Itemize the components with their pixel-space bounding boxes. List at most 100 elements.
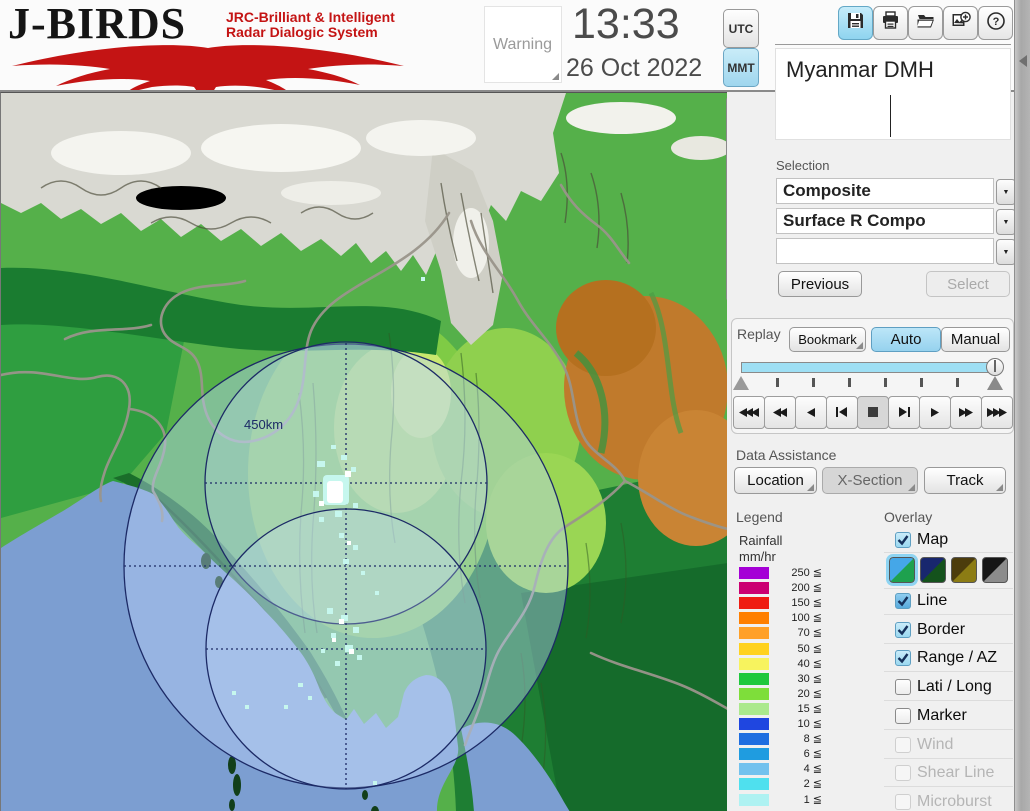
slider-end-marker[interactable] (987, 376, 1003, 390)
radar-map[interactable]: 450km (0, 92, 754, 811)
warning-button[interactable]: Warning (484, 6, 562, 83)
app-title: J-BIRDS (8, 0, 187, 48)
fast-rewind-button[interactable] (764, 396, 796, 429)
checkbox-line[interactable] (895, 593, 911, 609)
bookmark-button[interactable]: Bookmark (789, 327, 866, 352)
checkbox-marker[interactable] (895, 707, 911, 724)
checkbox-range-az[interactable] (895, 650, 911, 667)
collapse-arrow-icon (1019, 55, 1027, 67)
separator (884, 614, 1013, 615)
stop-icon (868, 404, 878, 422)
step-forward-icon (898, 404, 910, 422)
legend-value: 4 ≦ (803, 763, 822, 776)
fast-forward-button[interactable] (950, 396, 982, 429)
checkbox-map[interactable] (895, 532, 911, 548)
fastest-forward-icon (986, 404, 1008, 422)
legend-value: 8 ≦ (803, 733, 822, 746)
legend-value: 30 ≦ (797, 672, 822, 685)
x-section-button[interactable]: X-Section (822, 467, 918, 494)
legend-value: 70 ≦ (797, 627, 822, 640)
dropdown-category[interactable]: Composite (776, 178, 994, 204)
legend-value: 20 ≦ (797, 687, 822, 700)
replay-slider-track[interactable] (741, 362, 999, 373)
chevron-down-icon: ▼ (1002, 218, 1010, 226)
open-button[interactable] (908, 6, 943, 40)
overlay-label: Overlay (884, 509, 933, 525)
image-plus-icon (951, 11, 971, 35)
legend-title: Rainfall (739, 533, 783, 548)
overlay-item-label: Line (917, 592, 948, 609)
map-style-black-gray[interactable] (982, 557, 1008, 583)
checkbox-shear-line (895, 765, 911, 782)
legend-value: 150 ≦ (791, 597, 822, 610)
print-button[interactable] (873, 6, 908, 40)
timezone-mmt-button[interactable]: MMT (723, 48, 759, 87)
replay-auto-button[interactable]: Auto (871, 327, 941, 352)
separator (884, 700, 1013, 702)
dropdown-product[interactable]: Surface R Compo (776, 208, 994, 234)
overlay-row-map: Map (884, 531, 1014, 553)
overlay-item-label: Map (917, 531, 949, 548)
legend-value: 15 ≦ (797, 702, 822, 715)
location-button[interactable]: Location (734, 467, 817, 494)
map-style-brown-olive[interactable] (951, 557, 977, 583)
overlay-row-range-az: Range / AZ (884, 649, 1014, 671)
overlay-item-label: Lati / Long (917, 678, 992, 696)
reverse-play-icon (806, 404, 816, 422)
folder-icon (916, 11, 936, 35)
legend-value: 200 ≦ (791, 582, 822, 595)
separator (884, 671, 1013, 673)
app-subtitle: JRC-Brilliant & Intelligent Radar Dialog… (226, 9, 395, 40)
chevron-down-icon: ▼ (1002, 188, 1010, 196)
legend-label: Legend (736, 509, 783, 525)
play-button[interactable] (919, 396, 951, 429)
slider-tick (848, 378, 851, 387)
track-button[interactable]: Track (924, 467, 1006, 494)
previous-button[interactable]: Previous (778, 271, 862, 297)
display-cursor (890, 95, 891, 137)
range-ring-label: 450km (244, 417, 283, 432)
timezone-utc-button[interactable]: UTC (723, 9, 759, 48)
save-button[interactable] (838, 6, 873, 40)
separator (884, 588, 1013, 589)
overlay-item-label: Range / AZ (917, 649, 998, 667)
slider-tick (956, 378, 959, 387)
select-button[interactable]: Select (926, 271, 1010, 297)
slider-start-marker[interactable] (733, 376, 749, 390)
separator (884, 786, 1013, 788)
map-style-navy-green[interactable] (920, 557, 946, 583)
fastest-rewind-button[interactable] (733, 396, 765, 429)
jbirds-app: J-BIRDS JRC-Brilliant & Intelligent Rada… (0, 0, 1030, 811)
help-button[interactable]: ? (978, 6, 1013, 40)
slider-tick (776, 378, 779, 387)
replay-manual-button[interactable]: Manual (941, 327, 1010, 352)
separator (884, 757, 1013, 759)
dropdown-option[interactable] (776, 238, 994, 264)
checkbox-lati-long[interactable] (895, 679, 911, 696)
clock-date: 26 Oct 2022 (566, 54, 703, 82)
site-display-box: Myanmar DMH (775, 48, 1011, 140)
step-back-button[interactable] (826, 396, 858, 429)
replay-slider-handle[interactable] (986, 358, 1004, 376)
dropdown-product-arrow-button[interactable]: ▼ (996, 209, 1016, 235)
selection-label: Selection (776, 158, 830, 173)
dropdown-option-arrow-button[interactable]: ▼ (996, 239, 1016, 265)
add-image-button[interactable] (943, 6, 978, 40)
legend-value: 10 ≦ (797, 718, 822, 730)
reverse-play-button[interactable] (795, 396, 827, 429)
printer-icon (881, 11, 900, 35)
separator (884, 728, 1013, 730)
overlay-item-label: Marker (917, 706, 967, 724)
checkbox-border[interactable] (895, 621, 911, 638)
chevron-down-icon: ▼ (1002, 248, 1010, 256)
dropdown-category-arrow-button[interactable]: ▼ (996, 179, 1016, 205)
fastest-forward-button[interactable] (981, 396, 1013, 429)
checkbox-wind (895, 736, 911, 753)
stop-button[interactable] (857, 396, 889, 429)
legend-value: 250 ≦ (791, 567, 822, 579)
overlay-item-label: Microburst (917, 792, 992, 810)
panel-collapse-strip[interactable] (1014, 0, 1030, 811)
floppy-icon (846, 11, 865, 35)
map-style-blue-green[interactable] (886, 554, 918, 586)
step-forward-button[interactable] (888, 396, 920, 429)
